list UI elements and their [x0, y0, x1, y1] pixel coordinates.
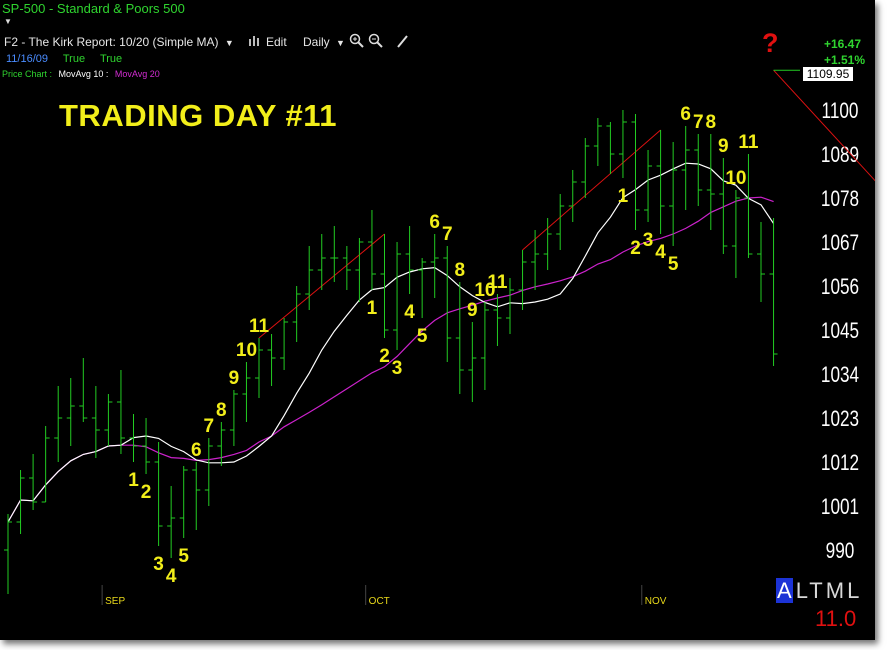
day-count-label: 1 [128, 470, 139, 491]
day-count-label: 3 [153, 554, 164, 575]
day-count-label: 8 [216, 400, 227, 421]
day-count-label: 5 [417, 326, 428, 347]
period-menu[interactable]: Daily ▼ [303, 35, 345, 49]
day-count-label: 7 [693, 112, 704, 133]
day-count-label: 10 [236, 340, 257, 361]
edit-button[interactable]: Edit [266, 35, 287, 49]
day-count-label: 3 [392, 358, 403, 379]
trendline [522, 129, 661, 251]
ticker-title: SP-500 - Standard & Poors 500 [2, 1, 185, 16]
y-tick-label: 1001 [821, 495, 859, 520]
day-count-label: 11 [487, 272, 508, 293]
day-count-label: 3 [643, 230, 654, 251]
last-price-label: 1109.95 [803, 67, 853, 81]
dropdown-caret-icon: ▼ [224, 38, 234, 48]
info-line: 11/16/09 True True [6, 53, 134, 65]
info-date: 11/16/09 [6, 53, 49, 65]
day-count-label: 2 [379, 346, 390, 367]
legend-ma10: MovAvg 10 : [58, 69, 109, 79]
chart-toolbar: F2 - The Kirk Report: 10/20 (Simple MA) … [0, 33, 470, 51]
price-chart[interactable]: 1100108910781067105610451034102310121001… [0, 0, 875, 640]
y-tick-label: 1034 [821, 363, 859, 388]
price-change-absolute: +16.47 [823, 37, 861, 51]
period-label: Daily [303, 35, 330, 49]
day-count-label: 2 [141, 482, 152, 503]
day-count-label: 1 [618, 186, 629, 207]
altml-letter-t[interactable]: T [809, 578, 825, 603]
legend-price: Price Chart : [2, 69, 53, 79]
day-count-label: 5 [178, 546, 189, 567]
day-count-label: 2 [630, 238, 641, 259]
day-count-label: 11 [738, 132, 759, 153]
chart-name-label: F2 - The Kirk Report: 10/20 (Simple MA) [4, 35, 219, 49]
y-tick-label: 1056 [821, 275, 859, 300]
study-legend: Price Chart : MovAvg 10 : MovAvg 20 [2, 69, 164, 79]
x-tick-label: SEP [105, 596, 125, 607]
y-tick-label: 1078 [821, 187, 859, 212]
x-tick-label: NOV [645, 596, 667, 607]
x-tick-label: OCT [369, 596, 390, 607]
day-count-label: 8 [455, 260, 466, 281]
y-tick-label: 1045 [821, 319, 859, 344]
chart-name-menu[interactable]: F2 - The Kirk Report: 10/20 (Simple MA) … [4, 35, 234, 49]
ma10-line [7, 162, 775, 523]
y-tick-label: 990 [826, 539, 855, 564]
chart-window: 1100 1089 1078 1067 1056 1045 1034 1023 1012 1001… [0, 0, 875, 640]
day-count-label: 6 [429, 212, 440, 233]
day-count-label: 6 [191, 440, 202, 461]
info-flag-1: True [62, 53, 86, 65]
info-flag-2: True [99, 53, 123, 65]
day-count-label: 9 [718, 136, 729, 157]
day-count-label: 4 [404, 302, 415, 323]
question-mark-annotation: ? [762, 28, 779, 58]
day-count-label: 4 [655, 242, 666, 263]
y-tick-label: 1012 [821, 451, 859, 476]
altml-letter-l2[interactable]: L [847, 578, 862, 603]
day-count-label: 11 [249, 316, 270, 337]
altml-toggle[interactable]: A LTML [776, 578, 862, 604]
day-count-label: 7 [204, 416, 215, 437]
day-count-label: 5 [668, 254, 679, 275]
y-tick-label: 1067 [821, 231, 859, 256]
day-count-label: 10 [725, 168, 746, 189]
day-count-label: 4 [166, 566, 177, 587]
y-tick-label: 1089 [821, 143, 859, 168]
trendline [773, 69, 875, 182]
dropdown-caret-icon: ▼ [336, 38, 345, 48]
day-count-label: 9 [467, 300, 478, 321]
day-count-label: 1 [367, 298, 378, 319]
pencil-icon[interactable] [396, 33, 410, 52]
ticker-dropdown-icon[interactable]: ▼ [4, 17, 12, 26]
legend-ma20: MovAvg 20 [114, 69, 160, 79]
y-tick-label: 1100 [822, 99, 859, 124]
chart-bars-icon[interactable] [248, 33, 262, 50]
altml-letter-a[interactable]: A [776, 578, 793, 603]
day-count-label: 7 [442, 224, 453, 245]
altml-letter-l[interactable]: L [796, 578, 810, 603]
zoom-out-icon[interactable] [368, 33, 384, 52]
zoom-in-icon[interactable] [349, 33, 365, 52]
price-change-percent: +1.51% [823, 53, 865, 67]
day-count-label: 8 [706, 112, 717, 133]
day-count-label: 6 [680, 104, 691, 125]
day-count-label: 9 [229, 368, 240, 389]
altml-letter-m[interactable]: M [826, 578, 847, 603]
version-label: 11.0 [815, 606, 857, 631]
y-tick-label: 1023 [821, 407, 859, 432]
chart-annotation-title: TRADING DAY #11 [59, 98, 337, 133]
